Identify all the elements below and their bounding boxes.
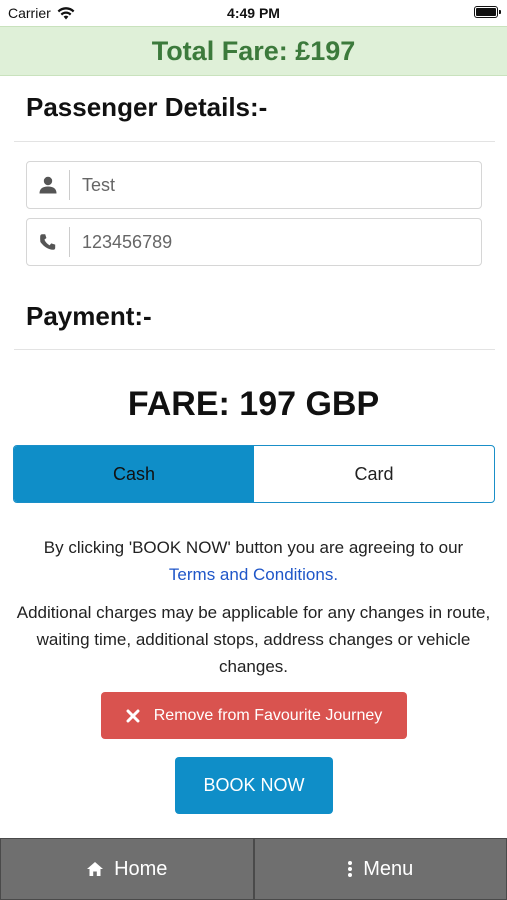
passenger-divider [14, 141, 495, 142]
status-time: 4:49 PM [227, 5, 280, 21]
more-vertical-icon [348, 861, 353, 877]
payment-divider [14, 349, 495, 350]
fare-amount: FARE: 197 GBP [127, 385, 380, 423]
cash-option[interactable]: Cash [14, 446, 254, 502]
home-label: Home [114, 857, 168, 880]
home-icon [87, 862, 104, 876]
close-icon [126, 709, 140, 722]
charges-notice: Additional charges may be applicable for… [16, 603, 491, 676]
remove-favourite-label: Remove from Favourite Journey [153, 706, 383, 724]
card-option[interactable]: Card [254, 446, 494, 502]
phone-input[interactable] [70, 221, 464, 263]
battery-icon [474, 6, 501, 18]
user-icon [27, 170, 70, 200]
name-input[interactable] [70, 164, 464, 206]
payment-method-toggle: Cash Card [13, 445, 495, 503]
phone-input-group [26, 218, 482, 266]
status-bar: Carrier 4:49 PM [0, 0, 507, 26]
menu-tab[interactable]: Menu [253, 838, 507, 900]
book-now-button[interactable]: BOOK NOW [175, 757, 333, 814]
terms-notice: By clicking 'BOOK NOW' button you are ag… [14, 534, 493, 588]
terms-link[interactable]: Terms and Conditions. [169, 565, 338, 584]
menu-label: Menu [363, 857, 414, 880]
phone-icon [27, 227, 70, 257]
bottom-nav: Home Menu [0, 838, 507, 900]
home-tab[interactable]: Home [0, 838, 254, 900]
agree-text: By clicking 'BOOK NOW' button you are ag… [43, 538, 464, 557]
name-input-group [26, 161, 482, 209]
passenger-details-heading: Passenger Details:- [26, 92, 268, 122]
payment-heading: Payment:- [26, 301, 152, 331]
total-fare-banner: Total Fare: £197 [0, 26, 507, 76]
remove-favourite-button[interactable]: Remove from Favourite Journey [101, 692, 407, 739]
